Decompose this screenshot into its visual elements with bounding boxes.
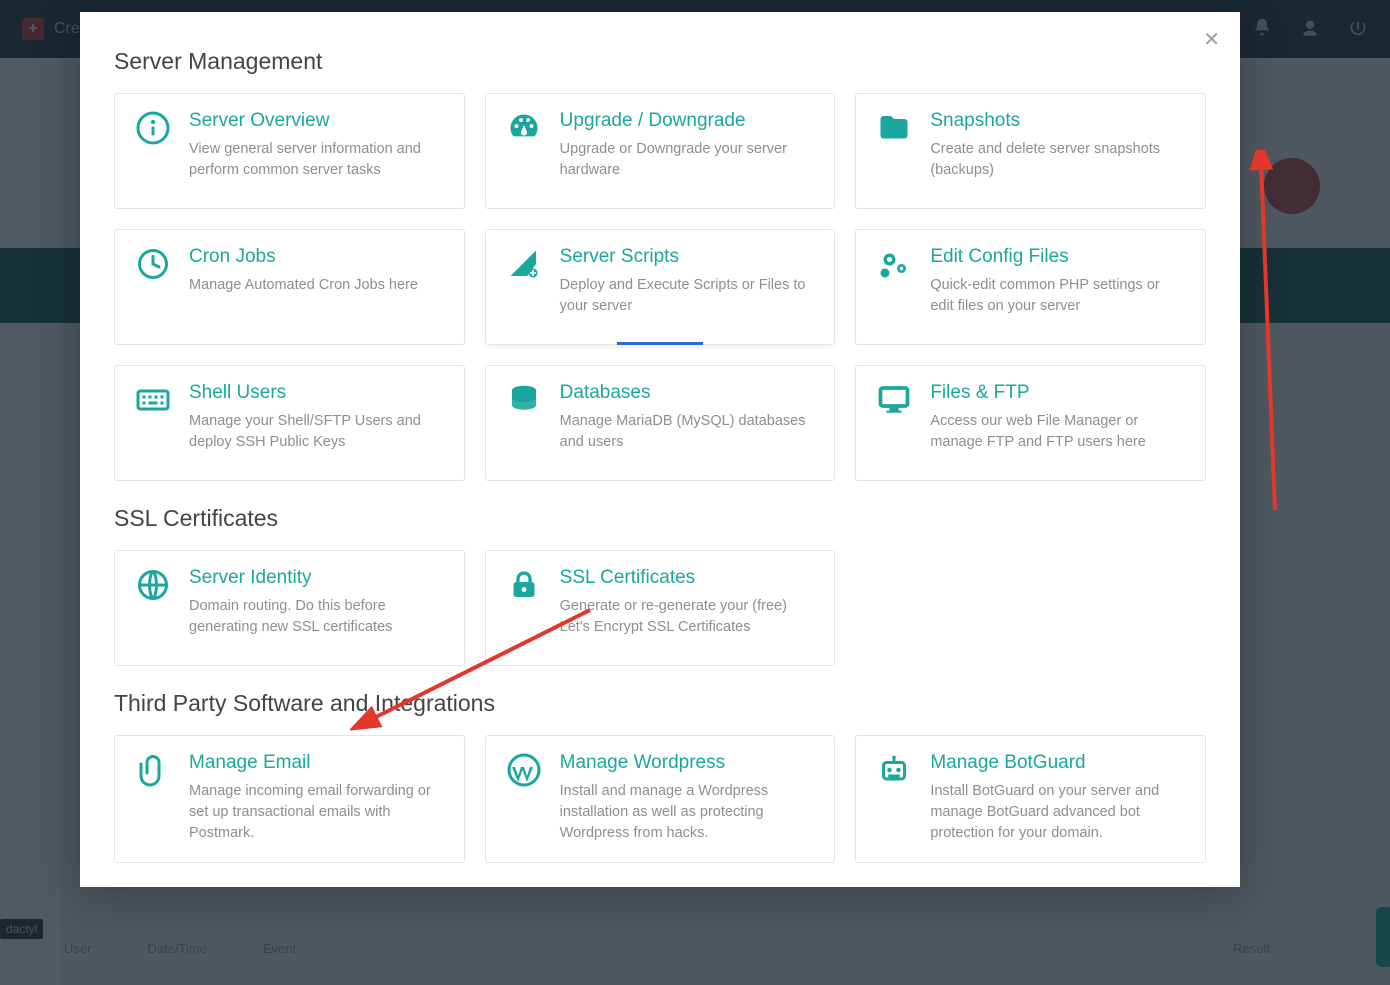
card-snapshots[interactable]: Snapshots Create and delete server snaps… (855, 93, 1206, 209)
info-icon (133, 110, 173, 190)
section-server-management: Server Management (114, 48, 1206, 75)
dashboard-icon (504, 110, 544, 190)
lock-icon (504, 567, 544, 647)
card-title: Upgrade / Downgrade (560, 110, 817, 133)
card-desc: Manage incoming email forwarding or set … (189, 781, 446, 844)
database-icon (504, 382, 544, 462)
card-edit-config[interactable]: Edit Config Files Quick-edit common PHP … (855, 229, 1206, 345)
card-manage-email[interactable]: Manage Email Manage incoming email forwa… (114, 735, 465, 863)
card-server-overview[interactable]: Server Overview View general server info… (114, 93, 465, 209)
card-title: Edit Config Files (930, 246, 1187, 269)
card-desc: View general server information and perf… (189, 139, 446, 181)
card-title: Server Scripts (560, 246, 817, 269)
monitor-icon (874, 382, 914, 462)
card-title: SSL Certificates (560, 567, 817, 590)
card-desc: Access our web File Manager or manage FT… (930, 411, 1187, 453)
card-title: Server Overview (189, 110, 446, 133)
card-databases[interactable]: Databases Manage MariaDB (MySQL) databas… (485, 365, 836, 481)
wordpress-icon (504, 752, 544, 844)
card-desc: Upgrade or Downgrade your server hardwar… (560, 139, 817, 181)
paperclip-icon (133, 752, 173, 844)
card-desc: Quick-edit common PHP settings or edit f… (930, 275, 1187, 317)
close-icon[interactable]: ✕ (1203, 30, 1220, 50)
card-upgrade-downgrade[interactable]: Upgrade / Downgrade Upgrade or Downgrade… (485, 93, 836, 209)
script-icon (504, 246, 544, 326)
section-third-party: Third Party Software and Integrations (114, 690, 1206, 717)
card-desc: Manage MariaDB (MySQL) databases and use… (560, 411, 817, 453)
card-desc: Install BotGuard on your server and mana… (930, 781, 1187, 844)
card-desc: Manage Automated Cron Jobs here (189, 275, 446, 296)
section-ssl: SSL Certificates (114, 505, 1206, 532)
card-title: Manage BotGuard (930, 752, 1187, 775)
clock-icon (133, 246, 173, 326)
card-title: Shell Users (189, 382, 446, 405)
card-desc: Deploy and Execute Scripts or Files to y… (560, 275, 817, 317)
card-desc: Install and manage a Wordpress installat… (560, 781, 817, 844)
card-title: Manage Email (189, 752, 446, 775)
cogs-icon (874, 246, 914, 326)
card-desc: Generate or re-generate your (free) Let'… (560, 596, 817, 638)
card-title: Cron Jobs (189, 246, 446, 269)
card-files-ftp[interactable]: Files & FTP Access our web File Manager … (855, 365, 1206, 481)
card-title: Snapshots (930, 110, 1187, 133)
keyboard-icon (133, 382, 173, 462)
card-ssl-certificates[interactable]: SSL Certificates Generate or re-generate… (485, 550, 836, 666)
card-shell-users[interactable]: Shell Users Manage your Shell/SFTP Users… (114, 365, 465, 481)
card-title: Server Identity (189, 567, 446, 590)
card-desc: Manage your Shell/SFTP Users and deploy … (189, 411, 446, 453)
card-manage-botguard[interactable]: Manage BotGuard Install BotGuard on your… (855, 735, 1206, 863)
globe-icon (133, 567, 173, 647)
server-management-modal: ✕ Server Management Server Overview View… (80, 12, 1240, 887)
card-cron-jobs[interactable]: Cron Jobs Manage Automated Cron Jobs her… (114, 229, 465, 345)
card-title: Files & FTP (930, 382, 1187, 405)
card-desc: Create and delete server snapshots (back… (930, 139, 1187, 181)
card-desc: Domain routing. Do this before generatin… (189, 596, 446, 638)
card-server-identity[interactable]: Server Identity Domain routing. Do this … (114, 550, 465, 666)
folder-icon (874, 110, 914, 190)
card-server-scripts[interactable]: Server Scripts Deploy and Execute Script… (485, 229, 836, 345)
robot-icon (874, 752, 914, 844)
card-title: Manage Wordpress (560, 752, 817, 775)
card-title: Databases (560, 382, 817, 405)
card-manage-wordpress[interactable]: Manage Wordpress Install and manage a Wo… (485, 735, 836, 863)
